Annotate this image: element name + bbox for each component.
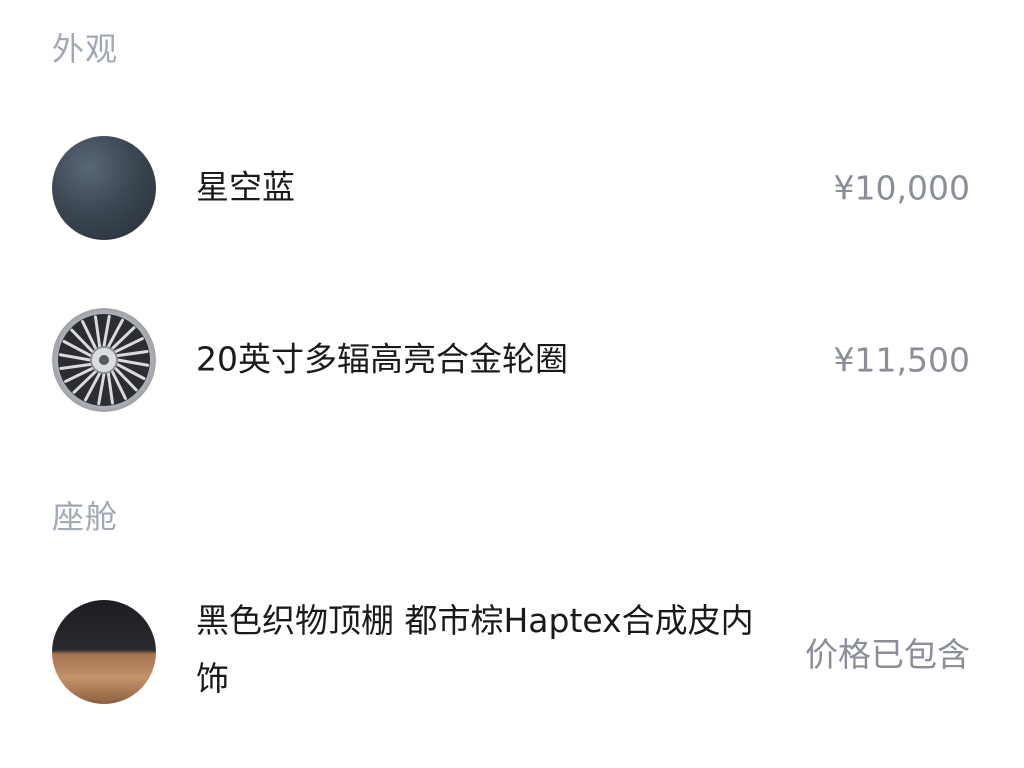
paint-name: 星空蓝 bbox=[196, 167, 295, 207]
option-row-wheel[interactable]: 20英寸多辐高亮合金轮圈 ¥11,500 bbox=[52, 308, 970, 412]
interior-color-swatch bbox=[52, 600, 156, 704]
interior-name: 黑色织物顶棚 都市棕Haptex合成皮内饰 bbox=[196, 601, 754, 698]
configuration-summary: 外观 星空蓝 ¥10,000 20英寸多辐高亮合金轮圈 ¥11,500 座舱 黑… bbox=[0, 0, 1024, 768]
section-title-exterior: 外观 bbox=[52, 30, 119, 68]
option-row-interior[interactable]: 黑色织物顶棚 都市棕Haptex合成皮内饰 价格已包含 bbox=[52, 600, 970, 704]
paint-color-swatch bbox=[52, 136, 156, 240]
alloy-wheel-icon bbox=[52, 308, 156, 412]
wheel-name: 20英寸多辐高亮合金轮圈 bbox=[196, 339, 568, 379]
interior-price: 价格已包含 bbox=[805, 635, 970, 674]
wheel-price: ¥11,500 bbox=[833, 340, 970, 380]
option-row-paint[interactable]: 星空蓝 ¥10,000 bbox=[52, 136, 970, 240]
paint-price: ¥10,000 bbox=[833, 168, 970, 208]
section-title-cabin: 座舱 bbox=[52, 498, 119, 536]
